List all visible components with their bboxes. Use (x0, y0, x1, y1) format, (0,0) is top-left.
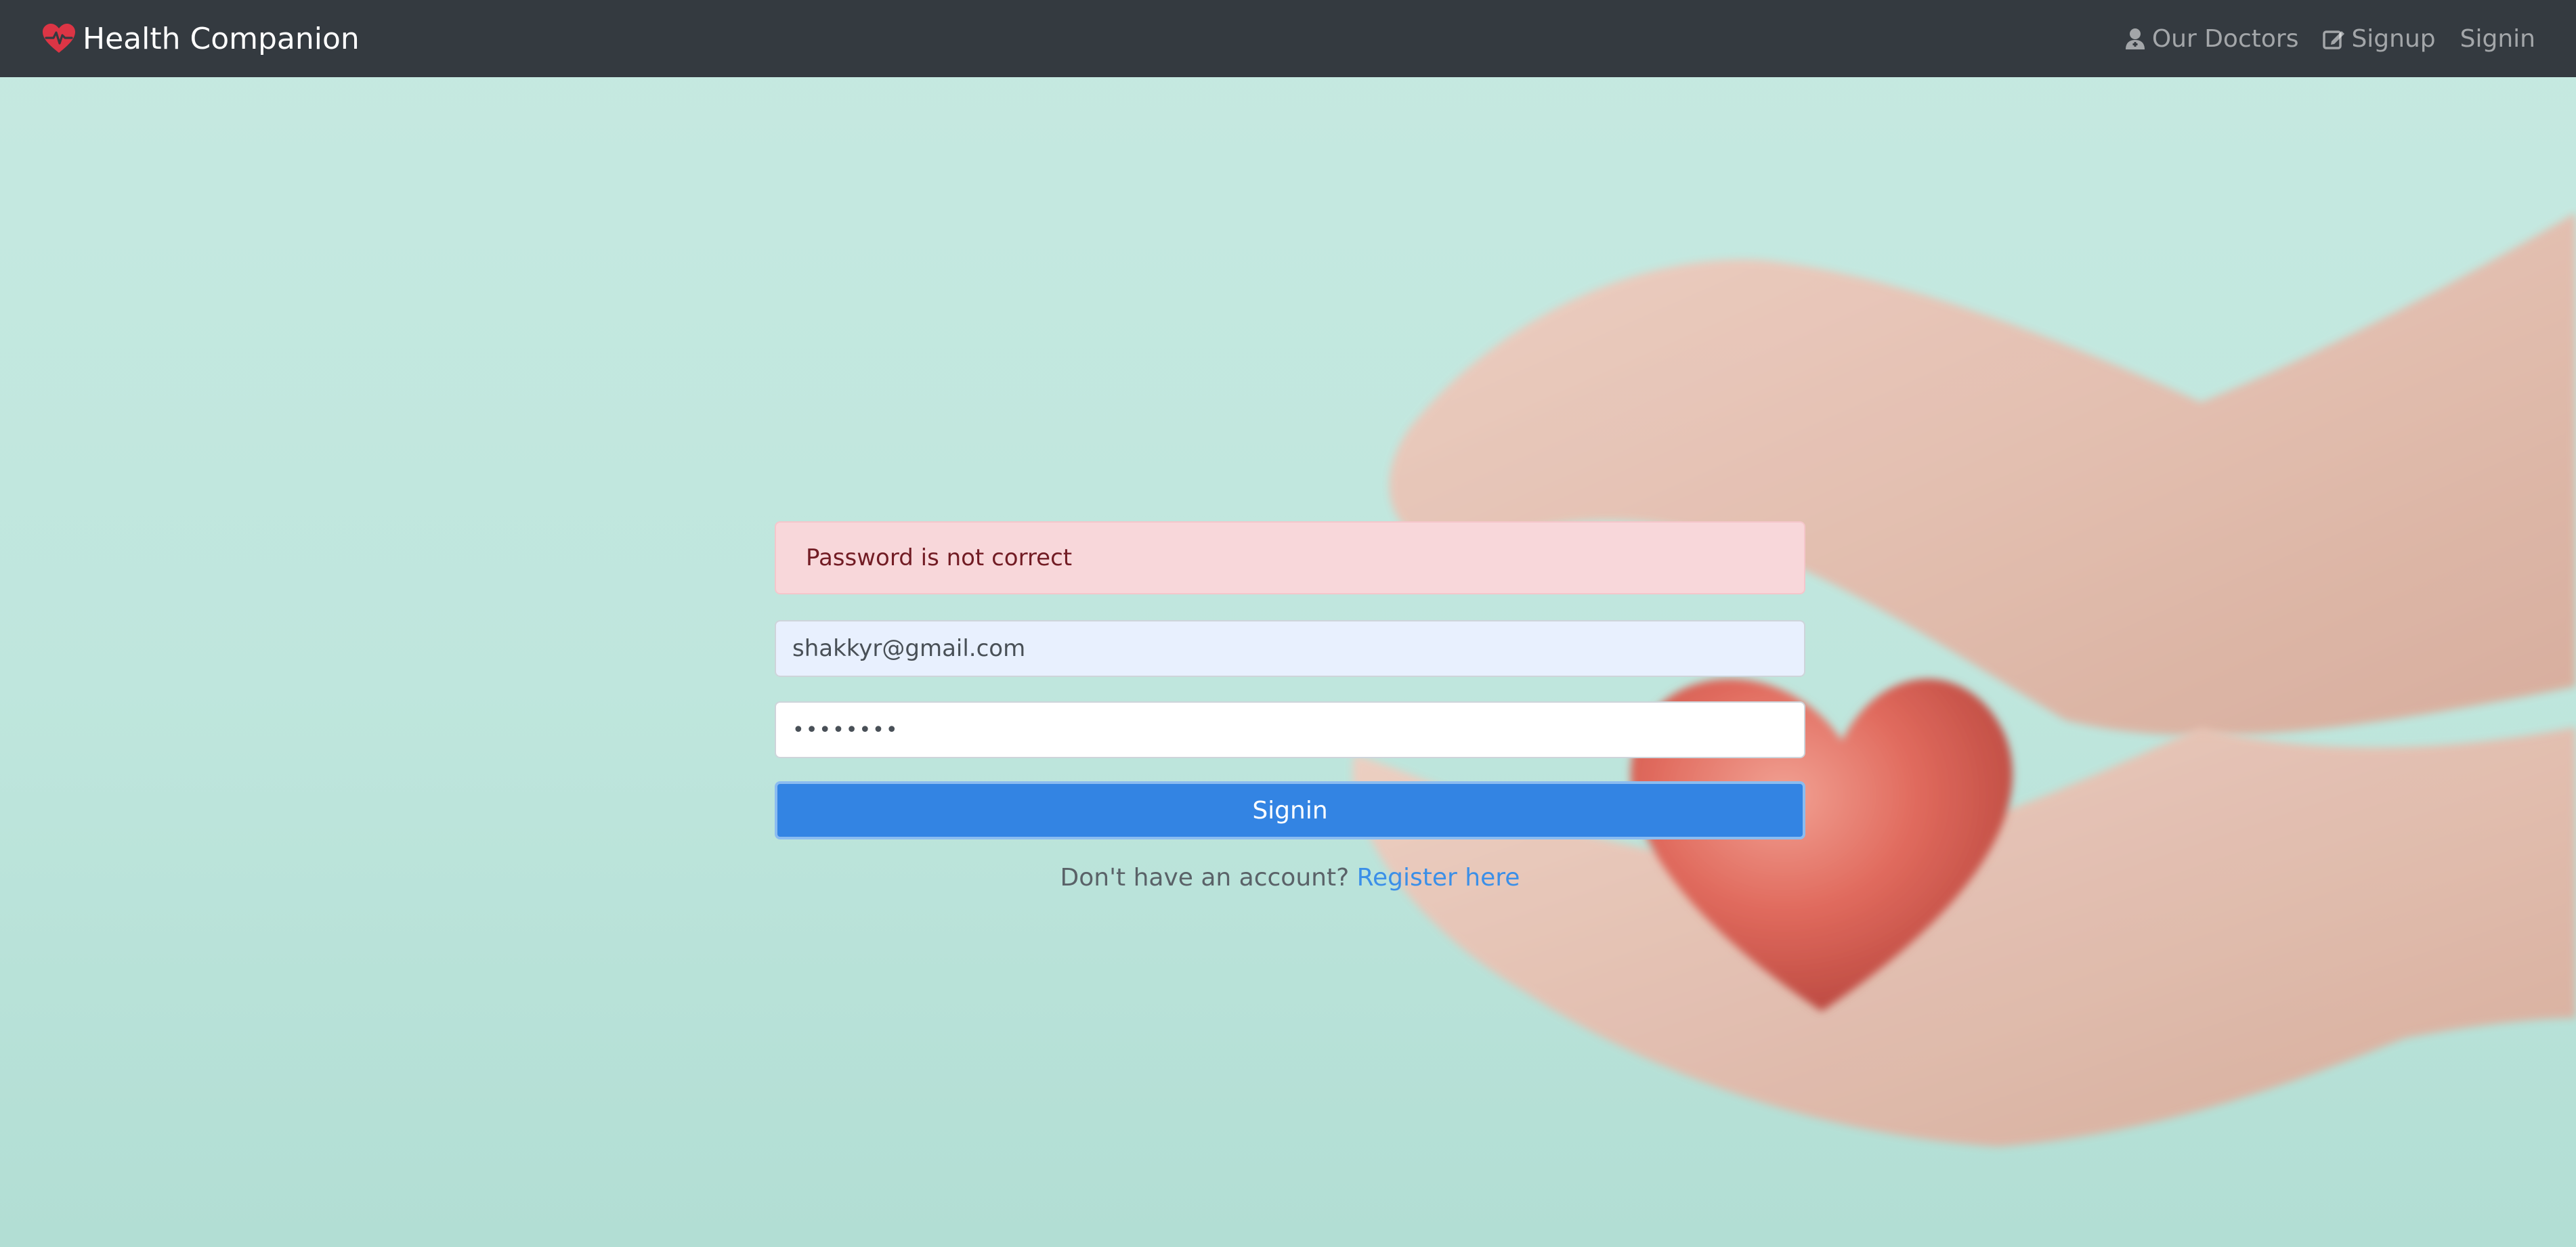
brand-title: Health Companion (83, 21, 360, 56)
user-doctor-icon (2125, 28, 2145, 49)
nav-signup-link[interactable]: Signup (2323, 24, 2436, 53)
nav-signin-link[interactable]: Signin (2460, 25, 2535, 53)
error-alert: Password is not correct (775, 521, 1805, 594)
heartbeat-icon (43, 24, 75, 53)
email-input[interactable]: shakkyr@gmail.com (775, 620, 1805, 677)
register-prompt-text: Don't have an account? (1060, 864, 1350, 892)
register-link[interactable]: Register here (1357, 864, 1520, 892)
top-navbar: Health Companion Our Doctors Signup Sign… (0, 0, 2576, 77)
edit-icon (2323, 30, 2345, 49)
register-prompt-line: Don't have an account? Register here (775, 864, 1805, 892)
nav-signin-label: Signin (2460, 24, 2535, 53)
nav-links: Our Doctors Signup Signin (2099, 0, 2535, 77)
password-input[interactable]: •••••••• (775, 701, 1805, 758)
signin-button[interactable]: Signin (775, 781, 1805, 839)
nav-signup-label: Signup (2351, 24, 2436, 53)
nav-our-doctors-link[interactable]: Our Doctors (2124, 24, 2299, 53)
nav-our-doctors-label: Our Doctors (2151, 24, 2299, 53)
page: Health Companion Our Doctors Signup Sign… (0, 0, 2576, 1247)
signin-form: Password is not correct shakkyr@gmail.co… (775, 521, 1805, 892)
brand-link[interactable]: Health Companion (42, 0, 360, 77)
